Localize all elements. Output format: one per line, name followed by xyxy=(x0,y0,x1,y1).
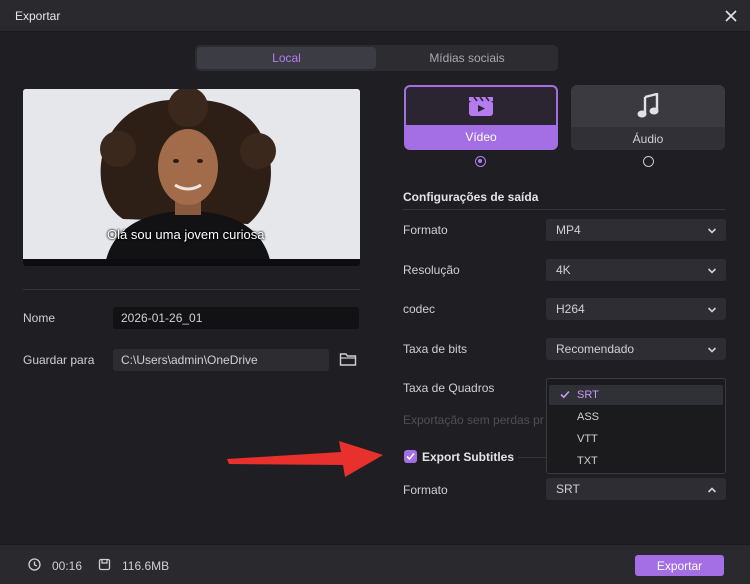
chevron-up-icon xyxy=(707,484,717,498)
frame-rate-label: Taxa de Quadros xyxy=(403,381,495,395)
codec-select[interactable]: H264 xyxy=(546,298,726,320)
preview-subtitle: Olá sou uma jovem curiosa xyxy=(107,227,265,242)
tab-local[interactable]: Local xyxy=(197,47,376,69)
clock-icon xyxy=(28,558,41,574)
divider xyxy=(403,209,725,210)
option-label: VTT xyxy=(577,433,598,445)
bitrate-value: Recomendado xyxy=(556,342,635,356)
lossless-export-label: Exportação sem perdas pr xyxy=(403,413,544,427)
close-icon[interactable] xyxy=(720,5,742,27)
folder-icon[interactable] xyxy=(339,351,357,367)
dropdown-option-txt[interactable]: TXT xyxy=(549,451,723,471)
format-select[interactable]: MP4 xyxy=(546,219,726,241)
chevron-down-icon xyxy=(707,225,717,239)
file-size-icon xyxy=(98,558,111,574)
check-icon xyxy=(560,390,570,402)
chevron-down-icon xyxy=(707,304,717,318)
codec-value: H264 xyxy=(556,302,585,316)
tab-social-media[interactable]: Mídias sociais xyxy=(378,47,556,69)
title-bar: Exportar xyxy=(0,0,750,32)
file-size-text: 116.6MB xyxy=(122,559,170,573)
annotation-arrow-icon xyxy=(227,441,383,477)
export-button[interactable]: Exportar xyxy=(635,555,724,576)
format-value: MP4 xyxy=(556,223,581,237)
window-title: Exportar xyxy=(15,9,61,23)
divider xyxy=(23,289,360,290)
dropdown-option-vtt[interactable]: VTT xyxy=(549,429,723,449)
subtitle-format-value: SRT xyxy=(556,482,580,496)
dropdown-option-ass[interactable]: ASS xyxy=(549,407,723,427)
file-name-input[interactable]: 2026-01-26_01 xyxy=(113,307,359,329)
chevron-down-icon xyxy=(707,344,717,358)
subtitle-format-dropdown: SRT ASS VTT TXT xyxy=(546,378,726,474)
export-dialog-body: Local Mídias sociais Olá sou uma jovem c… xyxy=(1,33,749,543)
codec-label: codec xyxy=(403,302,436,316)
audio-type-card[interactable]: Áudio xyxy=(571,85,725,150)
bitrate-label: Taxa de bits xyxy=(403,342,468,356)
output-settings-title: Configurações de saída xyxy=(403,190,539,204)
subtitle-format-select[interactable]: SRT xyxy=(546,478,726,500)
music-note-icon xyxy=(637,92,659,122)
export-subtitles-label: Export Subtitles xyxy=(422,450,515,464)
export-subtitles-checkbox[interactable] xyxy=(404,450,417,463)
bitrate-select[interactable]: Recomendado xyxy=(546,338,726,360)
dropdown-option-srt[interactable]: SRT xyxy=(549,385,723,405)
subtitle-format-label: Formato xyxy=(403,483,448,497)
resolution-label: Resolução xyxy=(403,263,460,277)
preview-timeline-bar xyxy=(23,259,360,266)
option-label: SRT xyxy=(577,389,599,401)
footer-bar: 00:16 116.6MB Exportar xyxy=(0,544,750,584)
audio-type-label: Áudio xyxy=(571,127,725,150)
video-clapper-icon xyxy=(468,95,494,120)
video-type-card[interactable]: Vídeo xyxy=(404,85,558,150)
option-label: ASS xyxy=(577,411,600,423)
resolution-value: 4K xyxy=(556,263,571,277)
format-label: Formato xyxy=(403,223,448,237)
divider xyxy=(518,457,546,458)
name-label: Nome xyxy=(23,311,56,325)
video-radio[interactable] xyxy=(475,156,486,167)
save-path-input[interactable]: C:\Users\admin\OneDrive xyxy=(113,349,329,371)
save-to-label: Guardar para xyxy=(23,353,95,367)
export-target-tabs: Local Mídias sociais xyxy=(195,45,558,71)
video-preview: Olá sou uma jovem curiosa xyxy=(23,89,360,265)
option-label: TXT xyxy=(577,455,598,467)
audio-radio[interactable] xyxy=(643,156,654,167)
resolution-select[interactable]: 4K xyxy=(546,259,726,281)
chevron-down-icon xyxy=(707,265,717,279)
duration-text: 00:16 xyxy=(52,559,83,573)
video-type-label: Vídeo xyxy=(406,125,556,148)
